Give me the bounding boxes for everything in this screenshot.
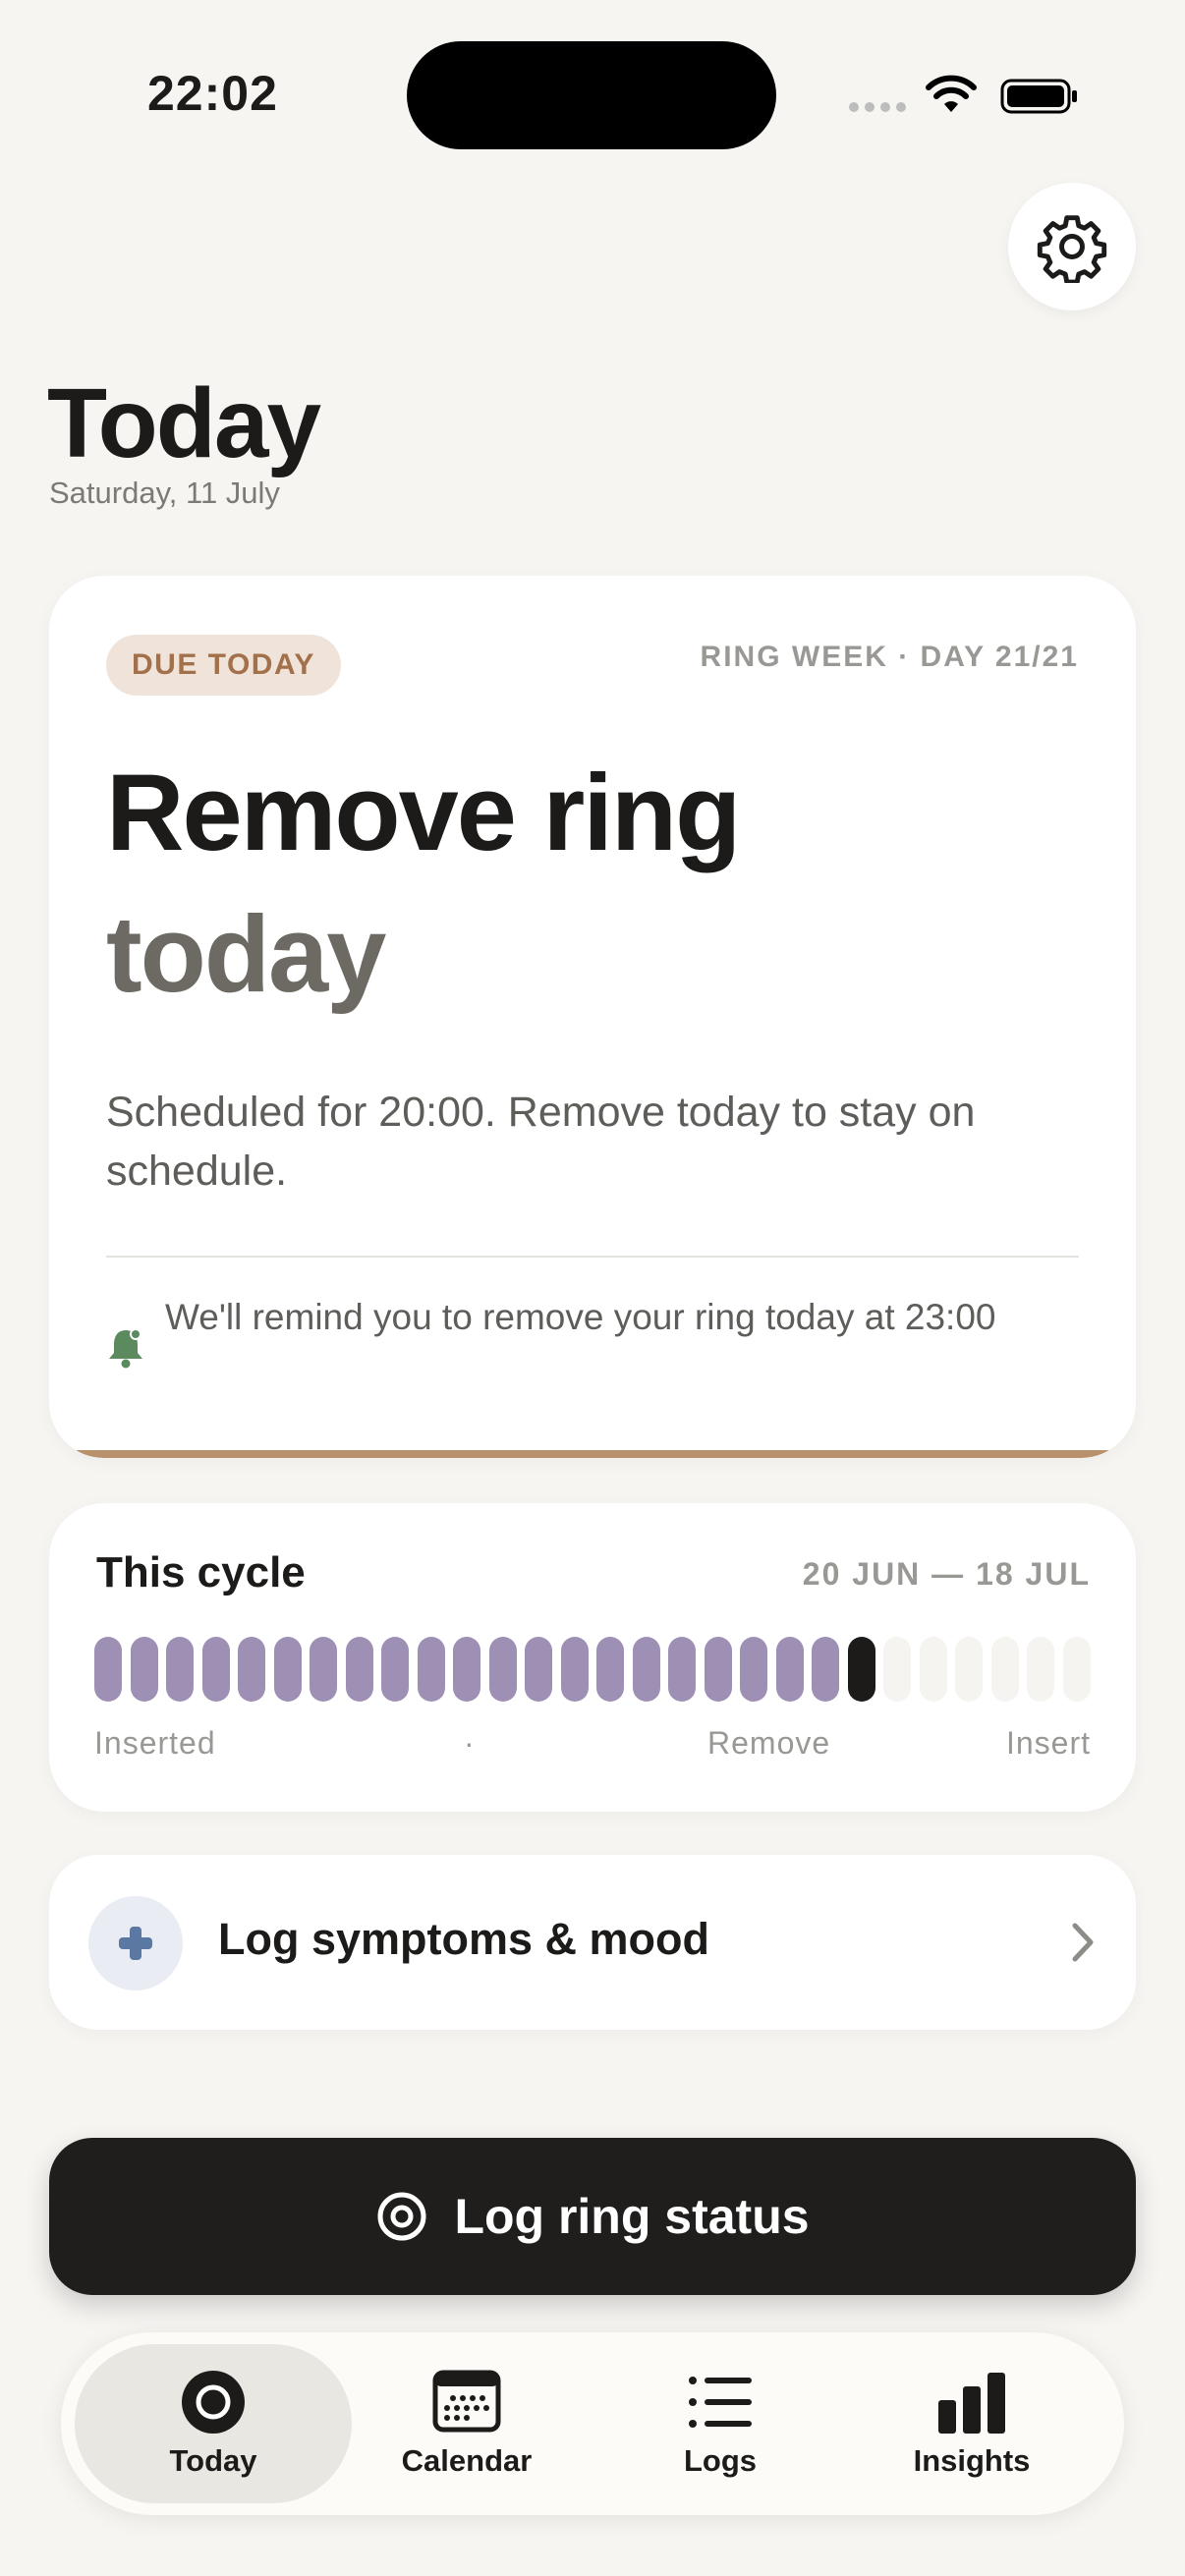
label-dot: ·	[464, 1725, 476, 1761]
battery-icon	[1000, 79, 1077, 114]
ring-week-label: RING WEEK · DAY 21/21	[700, 641, 1079, 673]
tab-today[interactable]: Today	[75, 2344, 352, 2503]
cycle-segment	[417, 1637, 445, 1702]
cycle-segment	[1062, 1637, 1091, 1702]
cellular-signal-icon	[849, 102, 906, 112]
label-remove: Remove	[707, 1725, 831, 1761]
cycle-labels: Inserted · Remove Insert	[94, 1725, 1091, 1764]
cycle-segment	[668, 1637, 697, 1702]
tab-bar: Today Calendar Logs Insights	[61, 2332, 1124, 2515]
target-icon	[377, 2192, 426, 2241]
label-insert: Insert	[1005, 1725, 1091, 1761]
calendar-icon	[432, 2370, 501, 2433]
tab-insights-label: Insights	[913, 2443, 1031, 2478]
cycle-segment	[310, 1637, 338, 1702]
cycle-segment	[488, 1637, 517, 1702]
tab-insights[interactable]: Insights	[833, 2344, 1110, 2503]
cycle-segment	[812, 1637, 840, 1702]
due-today-badge: DUE TODAY	[106, 635, 341, 696]
settings-button[interactable]	[1008, 183, 1136, 310]
tab-logs-label: Logs	[683, 2443, 758, 2478]
tab-calendar-label: Calendar	[401, 2443, 533, 2478]
ring-icon	[182, 2371, 245, 2434]
cycle-segment	[453, 1637, 481, 1702]
list-icon	[689, 2377, 752, 2428]
cycle-progress-bar	[94, 1637, 1091, 1702]
cycle-segment	[740, 1637, 768, 1702]
page-title: Today	[47, 368, 321, 478]
log-ring-status-button[interactable]: Log ring status	[49, 2138, 1136, 2295]
cycle-segment	[704, 1637, 732, 1702]
cycle-segment	[381, 1637, 410, 1702]
plus-icon	[88, 1896, 183, 1990]
headline-line1: Remove ring	[106, 753, 741, 873]
bell-icon	[109, 1328, 142, 1369]
cycle-segment	[94, 1637, 122, 1702]
gear-icon	[1037, 215, 1107, 283]
schedule-description: Scheduled for 20:00. Remove today to sta…	[106, 1089, 976, 1195]
cycle-segment	[273, 1637, 302, 1702]
cycle-title: This cycle	[96, 1548, 306, 1596]
cycle-segment-current	[847, 1637, 875, 1702]
cycle-card[interactable]: This cycle 20 JUN — 18 JUL Inserted · Re…	[49, 1503, 1136, 1812]
divider	[106, 1256, 1079, 1258]
cycle-segment	[166, 1637, 195, 1702]
cycle-segment	[238, 1637, 266, 1702]
headline-line2: today	[106, 894, 386, 1015]
tab-calendar[interactable]: Calendar	[328, 2344, 605, 2503]
wifi-icon	[926, 75, 977, 112]
cycle-segment	[525, 1637, 553, 1702]
cycle-segment	[919, 1637, 947, 1702]
cycle-segment	[990, 1637, 1019, 1702]
card-accent-bar	[49, 1450, 1136, 1458]
label-inserted: Inserted	[94, 1725, 216, 1761]
cycle-segment	[130, 1637, 158, 1702]
chevron-right-icon	[1072, 1923, 1094, 1962]
cycle-segment	[345, 1637, 373, 1702]
page-date: Saturday, 11 July	[49, 476, 280, 510]
cycle-segment	[596, 1637, 625, 1702]
cycle-segment	[775, 1637, 804, 1702]
log-symptoms-label: Log symptoms & mood	[218, 1914, 710, 1964]
cycle-segment	[1027, 1637, 1055, 1702]
bar-chart-icon	[938, 2373, 1005, 2434]
tab-logs[interactable]: Logs	[582, 2344, 859, 2503]
cycle-segment	[201, 1637, 230, 1702]
log-ring-status-label: Log ring status	[454, 2189, 810, 2244]
log-symptoms-row[interactable]: Log symptoms & mood	[49, 1855, 1136, 2030]
dynamic-island	[407, 41, 776, 149]
reminder-card: DUE TODAY RING WEEK · DAY 21/21 Remove r…	[49, 576, 1136, 1458]
tab-today-label: Today	[169, 2443, 257, 2478]
status-time: 22:02	[147, 66, 278, 121]
cycle-segment	[560, 1637, 589, 1702]
cycle-range: 20 JUN — 18 JUL	[802, 1556, 1091, 1592]
cycle-segment	[883, 1637, 912, 1702]
reminder-text: We'll remind you to remove your ring tod…	[165, 1297, 996, 1337]
cycle-segment	[632, 1637, 660, 1702]
cycle-segment	[955, 1637, 984, 1702]
